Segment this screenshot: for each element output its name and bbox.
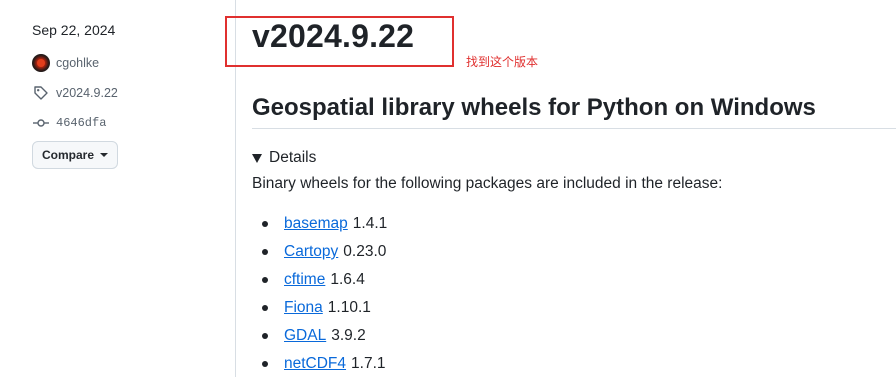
release-heading: Geospatial library wheels for Python on … xyxy=(252,94,816,121)
package-link[interactable]: netCDF4 xyxy=(284,355,346,373)
release-sidebar: Sep 22, 2024 cgohlke v2024.9.22 4646dfa … xyxy=(0,0,222,377)
release-intro: Binary wheels for the following packages… xyxy=(252,175,723,192)
bullet xyxy=(262,305,268,311)
package-link[interactable]: Cartopy xyxy=(284,243,338,261)
package-version: 1.4.1 xyxy=(352,215,388,232)
commit-link[interactable]: 4646dfa xyxy=(32,114,106,132)
package-version: 0.23.0 xyxy=(343,243,387,260)
list-item: basemap 1.4.1 xyxy=(262,210,387,238)
bullet xyxy=(262,249,268,255)
bullet xyxy=(262,221,268,227)
tag-link[interactable]: v2024.9.22 xyxy=(32,84,118,102)
author-name[interactable]: cgohlke xyxy=(56,56,99,70)
package-version: 1.10.1 xyxy=(327,299,371,316)
compare-button[interactable]: Compare xyxy=(32,141,119,169)
annotation-note: 找到这个版本 xyxy=(466,55,539,69)
bullet xyxy=(262,277,268,283)
caret-down-icon xyxy=(100,153,109,157)
highlight-box xyxy=(225,16,454,67)
commit-hash[interactable]: 4646dfa xyxy=(56,116,106,130)
triangle-down-icon xyxy=(252,153,262,163)
bullet xyxy=(262,333,268,339)
package-version: 3.9.2 xyxy=(331,327,366,344)
details-label: Details xyxy=(269,149,317,166)
package-version: 1.7.1 xyxy=(351,355,386,372)
list-item: netCDF4 1.7.1 xyxy=(262,350,387,378)
compare-label: Compare xyxy=(42,148,95,162)
release-date: Sep 22, 2024 xyxy=(32,22,116,38)
commit-icon xyxy=(32,114,50,132)
list-item: Fiona 1.10.1 xyxy=(262,294,387,322)
details-toggle[interactable]: Details xyxy=(252,149,316,167)
tag-icon xyxy=(32,84,50,102)
package-link[interactable]: cftime xyxy=(284,271,325,289)
package-link[interactable]: basemap xyxy=(284,215,348,233)
package-link[interactable]: Fiona xyxy=(284,299,323,317)
list-item: GDAL 3.9.2 xyxy=(262,322,387,350)
package-link[interactable]: GDAL xyxy=(284,327,326,345)
bullet xyxy=(262,361,268,367)
package-version: 1.6.4 xyxy=(330,271,365,288)
package-list: basemap 1.4.1 Cartopy 0.23.0 cftime 1.6.4 F… xyxy=(262,210,387,378)
author-link[interactable]: cgohlke xyxy=(32,54,99,72)
heading-divider xyxy=(252,128,896,129)
avatar[interactable] xyxy=(32,54,50,72)
list-item: Cartopy 0.23.0 xyxy=(262,238,387,266)
tag-name[interactable]: v2024.9.22 xyxy=(56,86,118,100)
list-item: cftime 1.6.4 xyxy=(262,266,387,294)
